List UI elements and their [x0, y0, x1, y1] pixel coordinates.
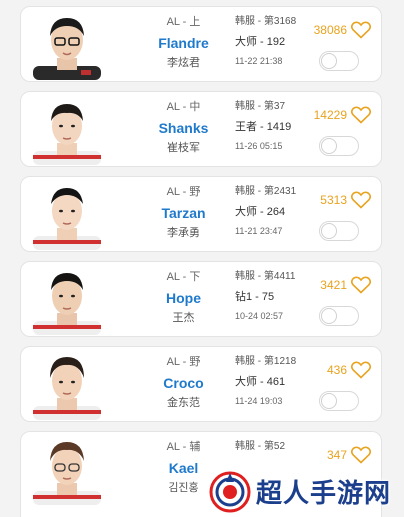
player-role: AL - 野	[166, 356, 201, 368]
player-info: AL - 上 Flandre 李炫君	[121, 15, 246, 70]
server-rank: 韩服 - 第4411	[235, 271, 296, 282]
server-rank: 韩服 - 第1218	[235, 356, 297, 367]
player-role: AL - 辅	[166, 441, 201, 453]
toggle-knob	[321, 393, 337, 409]
rank-info: 韩服 - 第37 王者 - 1419 11-26 05:15	[235, 100, 325, 152]
like-count: 38086	[313, 23, 347, 37]
update-time: 11-24 19:03	[235, 396, 283, 406]
tier-points: 大师 - 461	[235, 376, 286, 388]
like-group[interactable]: 3421	[320, 274, 371, 296]
rank-info: 韩服 - 第1218 大师 - 461 11-24 19:03	[235, 355, 325, 407]
player-info: AL - 下 Hope 王杰	[121, 270, 246, 325]
heart-icon[interactable]	[351, 361, 371, 379]
heart-icon[interactable]	[351, 191, 371, 209]
follow-toggle[interactable]	[319, 221, 359, 241]
server-rank: 韩服 - 第52	[235, 441, 286, 452]
heart-icon[interactable]	[351, 276, 371, 294]
player-card[interactable]: AL - 中 Shanks 崔枝军 韩服 - 第37 王者 - 1419 11-…	[20, 91, 382, 167]
like-count: 436	[326, 363, 347, 377]
follow-toggle[interactable]	[319, 306, 359, 326]
watermark-text: 超人手游网	[256, 478, 392, 508]
like-count: 5313	[320, 193, 347, 207]
toggle-knob	[321, 53, 337, 69]
like-count: 14229	[313, 108, 347, 122]
player-nickname[interactable]: Shanks	[121, 119, 246, 137]
player-role: AL - 下	[166, 271, 201, 283]
player-list: AL - 上 Flandre 李炫君 韩服 - 第3168 大师 - 192 1…	[0, 0, 404, 517]
like-group[interactable]: 347	[327, 444, 371, 466]
player-real-name: 王杰	[172, 312, 195, 324]
player-avatar	[33, 180, 101, 250]
tier-points: 大师 - 192	[235, 36, 286, 48]
like-count: 347	[326, 448, 347, 462]
follow-toggle[interactable]	[319, 136, 359, 156]
tier-points: 王者 - 1419	[235, 121, 292, 133]
player-nickname[interactable]: Croco	[121, 374, 246, 392]
player-info: AL - 中 Shanks 崔枝军	[121, 100, 246, 155]
heart-icon[interactable]	[351, 446, 371, 464]
player-info: AL - 野 Croco 金东范	[121, 355, 246, 410]
player-avatar	[33, 350, 101, 420]
player-card[interactable]: AL - 野 Tarzan 李承勇 韩服 - 第2431 大师 - 264 11…	[20, 176, 382, 252]
player-role: AL - 中	[166, 101, 201, 113]
player-real-name: 崔枝军	[167, 142, 200, 154]
player-card[interactable]: AL - 上 Flandre 李炫君 韩服 - 第3168 大师 - 192 1…	[20, 6, 382, 82]
player-role: AL - 上	[166, 16, 201, 28]
follow-toggle[interactable]	[319, 391, 359, 411]
toggle-knob	[321, 308, 337, 324]
player-nickname[interactable]: Tarzan	[121, 204, 246, 222]
follow-toggle[interactable]	[319, 51, 359, 71]
like-group[interactable]: 14229	[314, 104, 371, 126]
player-real-name: 李承勇	[167, 227, 200, 239]
server-rank: 韩服 - 第37	[235, 101, 286, 112]
update-time: 11-22 21:38	[235, 56, 283, 66]
player-avatar	[33, 95, 101, 165]
server-rank: 韩服 - 第2431	[235, 186, 297, 197]
player-role: AL - 野	[166, 186, 201, 198]
player-card[interactable]: AL - 野 Croco 金东范 韩服 - 第1218 大师 - 461 11-…	[20, 346, 382, 422]
heart-icon[interactable]	[351, 106, 371, 124]
toggle-knob	[321, 138, 337, 154]
rank-info: 韩服 - 第4411 钻1 - 75 10-24 02:57	[235, 270, 325, 322]
like-group[interactable]: 5313	[320, 189, 371, 211]
like-group[interactable]: 436	[327, 359, 371, 381]
site-watermark: 超人手游网	[208, 466, 404, 517]
player-real-name: 金东范	[167, 397, 200, 409]
player-real-name: 李炫君	[167, 57, 200, 69]
tier-points: 钻1 - 75	[235, 291, 275, 303]
update-time: 10-24 02:57	[235, 311, 284, 321]
tier-points: 大师 - 264	[235, 206, 286, 218]
player-avatar	[33, 10, 101, 80]
heart-icon[interactable]	[351, 21, 371, 39]
player-avatar	[33, 435, 101, 505]
toggle-knob	[321, 223, 337, 239]
player-nickname[interactable]: Flandre	[121, 34, 246, 52]
player-avatar	[33, 265, 101, 335]
server-rank: 韩服 - 第3168	[235, 16, 297, 27]
rank-info: 韩服 - 第3168 大师 - 192 11-22 21:38	[235, 15, 325, 67]
watermark-logo-icon	[209, 471, 251, 512]
player-card[interactable]: AL - 下 Hope 王杰 韩服 - 第4411 钻1 - 75 10-24 …	[20, 261, 382, 337]
like-count: 3421	[320, 278, 347, 292]
player-info: AL - 野 Tarzan 李承勇	[121, 185, 246, 240]
update-time: 11-21 23:47	[235, 226, 283, 236]
player-nickname[interactable]: Hope	[121, 289, 246, 307]
update-time: 11-26 05:15	[235, 141, 283, 151]
rank-info: 韩服 - 第2431 大师 - 264 11-21 23:47	[235, 185, 325, 237]
like-group[interactable]: 38086	[314, 19, 371, 41]
